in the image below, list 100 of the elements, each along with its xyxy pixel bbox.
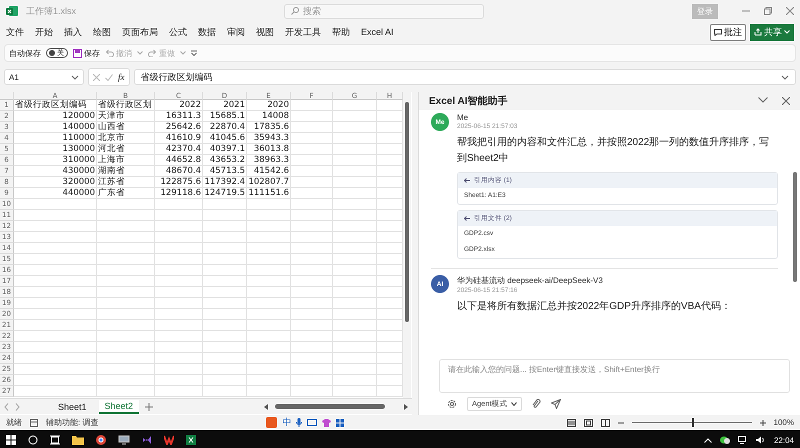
menu-tab[interactable]: 开始 — [35, 26, 53, 38]
empty-cell[interactable] — [155, 320, 203, 331]
table-cell[interactable]: 310000 — [14, 155, 97, 166]
empty-cell[interactable] — [291, 331, 333, 342]
empty-cell[interactable] — [333, 254, 377, 265]
empty-cell[interactable] — [155, 199, 203, 210]
empty-cell[interactable] — [155, 254, 203, 265]
table-cell[interactable]: 河北省 — [97, 144, 155, 155]
empty-cell[interactable] — [291, 375, 333, 386]
menu-tab[interactable]: 帮助 — [332, 26, 350, 38]
sheet-stats-icon[interactable] — [30, 418, 38, 426]
empty-cell[interactable] — [247, 210, 291, 221]
table-cell[interactable]: 38963.3 — [247, 155, 291, 166]
table-cell[interactable]: 省级行政区划编码 — [14, 100, 97, 111]
empty-cell[interactable] — [247, 331, 291, 342]
table-cell[interactable]: 广东省 — [97, 188, 155, 199]
search-icon[interactable] — [28, 435, 38, 445]
table-cell[interactable]: 湖南省 — [97, 166, 155, 177]
check-icon[interactable] — [105, 74, 113, 80]
empty-cell[interactable] — [203, 364, 247, 375]
shirt-icon[interactable] — [322, 418, 332, 426]
network-icon[interactable] — [738, 436, 748, 444]
table-cell[interactable]: 122875.6 — [155, 177, 203, 188]
empty-cell[interactable] — [291, 232, 333, 243]
empty-cell[interactable] — [291, 111, 333, 122]
empty-cell[interactable] — [155, 342, 203, 353]
empty-cell[interactable] — [333, 298, 377, 309]
empty-cell[interactable] — [97, 287, 155, 298]
empty-cell[interactable] — [247, 375, 291, 386]
table-cell[interactable]: 天津市 — [97, 111, 155, 122]
empty-cell[interactable] — [291, 155, 333, 166]
empty-cell[interactable] — [97, 309, 155, 320]
empty-cell[interactable] — [97, 276, 155, 287]
empty-cell[interactable] — [155, 364, 203, 375]
empty-cell[interactable] — [203, 298, 247, 309]
monitor-icon[interactable] — [118, 435, 130, 445]
formula-field[interactable]: 省级行政区划编码 — [134, 69, 796, 85]
empty-cell[interactable] — [291, 276, 333, 287]
empty-cell[interactable] — [333, 177, 377, 188]
empty-cell[interactable] — [291, 221, 333, 232]
empty-cell[interactable] — [291, 309, 333, 320]
empty-cell[interactable] — [97, 254, 155, 265]
page-layout-icon[interactable] — [584, 418, 593, 426]
empty-cell[interactable] — [155, 331, 203, 342]
add-sheet-icon[interactable] — [145, 402, 154, 410]
empty-cell[interactable] — [155, 309, 203, 320]
table-cell[interactable]: 17835.6 — [247, 122, 291, 133]
empty-cell[interactable] — [333, 364, 377, 375]
empty-cell[interactable] — [155, 243, 203, 254]
table-cell[interactable]: 111151.6 — [247, 188, 291, 199]
empty-cell[interactable] — [333, 353, 377, 364]
empty-cell[interactable] — [97, 243, 155, 254]
close-icon[interactable] — [786, 7, 794, 15]
page-break-icon[interactable] — [600, 418, 610, 426]
empty-cell[interactable] — [247, 309, 291, 320]
empty-cell[interactable] — [203, 375, 247, 386]
empty-cell[interactable] — [291, 353, 333, 364]
empty-cell[interactable] — [203, 353, 247, 364]
empty-cell[interactable] — [291, 254, 333, 265]
empty-cell[interactable] — [97, 298, 155, 309]
empty-cell[interactable] — [291, 287, 333, 298]
empty-cell[interactable] — [203, 342, 247, 353]
next-sheet-icon[interactable] — [15, 402, 20, 410]
empty-cell[interactable] — [203, 221, 247, 232]
paperclip-icon[interactable] — [532, 399, 541, 409]
table-cell[interactable]: 15685.1 — [203, 111, 247, 122]
close-icon[interactable] — [782, 97, 790, 105]
ime-logo-icon[interactable] — [266, 417, 278, 428]
menu-tab[interactable]: 数据 — [198, 26, 216, 38]
microphone-icon[interactable] — [296, 418, 302, 427]
speaker-icon[interactable] — [756, 436, 766, 444]
prev-sheet-icon[interactable] — [4, 402, 9, 410]
empty-cell[interactable] — [333, 265, 377, 276]
empty-cell[interactable] — [203, 331, 247, 342]
table-cell[interactable]: 14008 — [247, 111, 291, 122]
empty-cell[interactable] — [247, 221, 291, 232]
empty-cell[interactable] — [203, 309, 247, 320]
empty-cell[interactable] — [97, 375, 155, 386]
browser-icon[interactable] — [96, 435, 106, 445]
table-cell[interactable]: 江苏省 — [97, 177, 155, 188]
table-cell[interactable]: 129118.6 — [155, 188, 203, 199]
table-cell[interactable]: 44652.8 — [155, 155, 203, 166]
empty-cell[interactable] — [291, 342, 333, 353]
table-cell[interactable]: 2020 — [247, 100, 291, 111]
empty-cell[interactable] — [291, 243, 333, 254]
windows-start-icon[interactable] — [6, 435, 16, 445]
empty-cell[interactable] — [247, 386, 291, 397]
empty-cell[interactable] — [247, 276, 291, 287]
table-cell[interactable]: 25642.6 — [155, 122, 203, 133]
table-cell[interactable]: 140000 — [14, 122, 97, 133]
send-icon[interactable] — [550, 399, 561, 409]
empty-cell[interactable] — [333, 111, 377, 122]
comments-button[interactable]: 批注 — [710, 24, 746, 40]
empty-cell[interactable] — [203, 320, 247, 331]
empty-cell[interactable] — [203, 265, 247, 276]
table-cell[interactable]: 124719.5 — [203, 188, 247, 199]
table-cell[interactable]: 102807.7 — [247, 177, 291, 188]
empty-cell[interactable] — [291, 144, 333, 155]
empty-cell[interactable] — [247, 364, 291, 375]
menu-tab[interactable]: 视图 — [256, 26, 274, 38]
